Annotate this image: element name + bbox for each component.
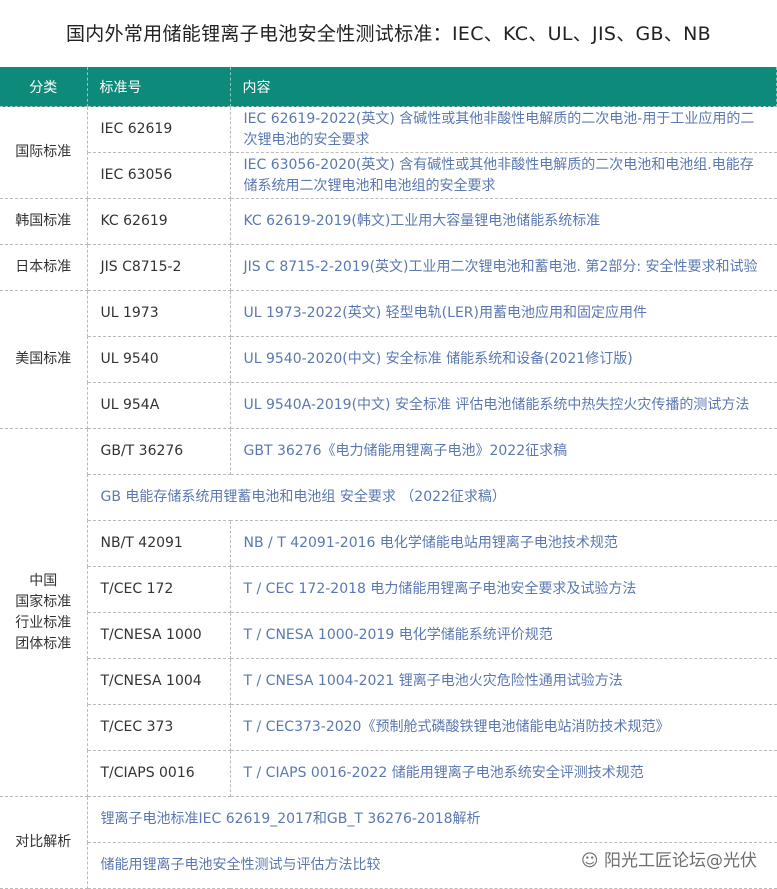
content-link[interactable]: JIS C 8715-2-2019(英文)工业用二次锂电池和蓄电池. 第2部分:… (229, 244, 777, 291)
table-row: T/CIAPS 0016 T / CIAPS 0016-2022 储能用锂离子电池… (0, 750, 777, 797)
table-row: UL 954A UL 9540A-2019(中文) 安全标准 评估电池储能系统中热… (0, 382, 777, 429)
header-content: 内容 (230, 67, 777, 107)
code-cell: KC 62619 (86, 198, 231, 245)
code-cell: JIS C8715-2 (86, 244, 231, 291)
category-cell: 国际标准 (0, 106, 88, 199)
category-cell: 美国标准 (0, 290, 88, 429)
table-row: T/CEC 373 T / CEC373-2020《预制舱式磷酸铁锂电池储能电站消… (0, 704, 777, 751)
watermark: ☺ 阳光工匠论坛@光伏 (581, 846, 757, 871)
content-link[interactable]: GB 电能存储系统用锂蓄电池和电池组 安全要求 （2022征求稿） (86, 474, 777, 521)
content-link[interactable]: T / CNESA 1004-2021 锂离子电池火灾危险性通用试验方法 (229, 658, 777, 705)
content-link[interactable]: KC 62619-2019(韩文)工业用大容量锂电池储能系统标准 (229, 198, 777, 245)
code-cell: NB/T 42091 (86, 520, 231, 567)
table-row: IEC 63056 IEC 63056-2020(英文) 含有碱性或其他非酸性电解… (0, 152, 777, 199)
table-row: 韩国标准 KC 62619 KC 62619-2019(韩文)工业用大容量锂电池储能… (0, 198, 777, 245)
table-row: GB 电能存储系统用锂蓄电池和电池组 安全要求 （2022征求稿） (0, 474, 777, 521)
code-cell: GB/T 36276 (86, 428, 231, 475)
category-cell: 日本标准 (0, 244, 88, 291)
wechat-icon: ☺ (580, 851, 604, 871)
code-cell: IEC 63056 (86, 152, 231, 199)
table-row: T/CNESA 1004 T / CNESA 1004-2021 锂离子电池火灾危… (0, 658, 777, 705)
table-row: 中国 国家标准 行业标准 团体标准 GB/T 36276 GBT 36276《电力储… (0, 428, 777, 797)
table-row: T/CNESA 1000 T / CNESA 1000-2019 电化学储能系统评… (0, 612, 777, 659)
code-cell: T/CEC 172 (86, 566, 231, 613)
content-link[interactable]: NB / T 42091-2016 电化学储能电站用锂离子电池技术规范 (229, 520, 777, 567)
content-link[interactable]: T / CEC373-2020《预制舱式磷酸铁锂电池储能电站消防技术规范》 (229, 704, 777, 751)
table-row: NB/T 42091 NB / T 42091-2016 电化学储能电站用锂离子电… (0, 520, 777, 567)
table-row: 国际标准 IEC 62619 IEC 62619-2022(英文) 含碱性或其他非酸… (0, 106, 777, 199)
content-link[interactable]: UL 1973-2022(英文) 轻型电轨(LER)用蓄电池应用和固定应用件 (229, 290, 777, 337)
code-cell: T/CIAPS 0016 (86, 750, 231, 797)
content-link[interactable]: UL 9540-2020(中文) 安全标准 储能系统和设备(2021修订版) (229, 336, 777, 383)
table-row: 日本标准 JIS C8715-2 JIS C 8715-2-2019(英文)工业用二… (0, 244, 777, 291)
watermark-text: 阳光工匠论坛@光伏 (604, 851, 757, 871)
content-link[interactable]: UL 9540A-2019(中文) 安全标准 评估电池储能系统中热失控火灾传播的… (229, 382, 777, 429)
code-cell: UL 1973 (86, 290, 231, 337)
content-link[interactable]: T / CIAPS 0016-2022 储能用锂离子电池系统安全评测技术规范 (229, 750, 777, 797)
code-cell: UL 954A (86, 382, 231, 429)
content-link[interactable]: IEC 63056-2020(英文) 含有碱性或其他非酸性电解质的二次电池和电池… (229, 152, 777, 199)
category-cell: 韩国标准 (0, 198, 88, 245)
content-link[interactable]: IEC 62619-2022(英文) 含碱性或其他非酸性电解质的二次电池-用于工… (229, 106, 777, 153)
code-cell: UL 9540 (86, 336, 231, 383)
header-code: 标准号 (87, 67, 231, 107)
table-row: 美国标准 UL 1973 UL 1973-2022(英文) 轻型电轨(LER)用蓄电… (0, 290, 777, 429)
table-row: 对比解析 锂离子电池标准IEC 62619_2017和GB_T 36276-201… (0, 796, 777, 889)
table-row: T/CEC 172 T / CEC 172-2018 电力储能用锂离子电池安全要求… (0, 566, 777, 613)
table-header: 分类 标准号 内容 (0, 67, 777, 107)
standards-table: 分类 标准号 内容 国际标准 IEC 62619 IEC 62619-2022(英文… (0, 67, 777, 889)
header-category: 分类 (0, 67, 88, 107)
category-cell: 中国 国家标准 行业标准 团体标准 (0, 428, 88, 797)
code-cell: IEC 62619 (86, 106, 231, 153)
code-cell: T/CEC 373 (86, 704, 231, 751)
content-link[interactable]: GBT 36276《电力储能用锂离子电池》2022征求稿 (229, 428, 777, 475)
content-link[interactable]: T / CEC 172-2018 电力储能用锂离子电池安全要求及试验方法 (229, 566, 777, 613)
content-link[interactable]: T / CNESA 1000-2019 电化学储能系统评价规范 (229, 612, 777, 659)
category-cell: 对比解析 (0, 796, 88, 889)
page-title: 国内外常用储能锂离子电池安全性测试标准：IEC、KC、UL、JIS、GB、NB (65, 23, 712, 45)
code-cell: T/CNESA 1004 (86, 658, 231, 705)
table-row: UL 9540 UL 9540-2020(中文) 安全标准 储能系统和设备(202… (0, 336, 777, 383)
code-cell: T/CNESA 1000 (86, 612, 231, 659)
content-link[interactable]: 锂离子电池标准IEC 62619_2017和GB_T 36276-2018解析 (86, 796, 777, 843)
